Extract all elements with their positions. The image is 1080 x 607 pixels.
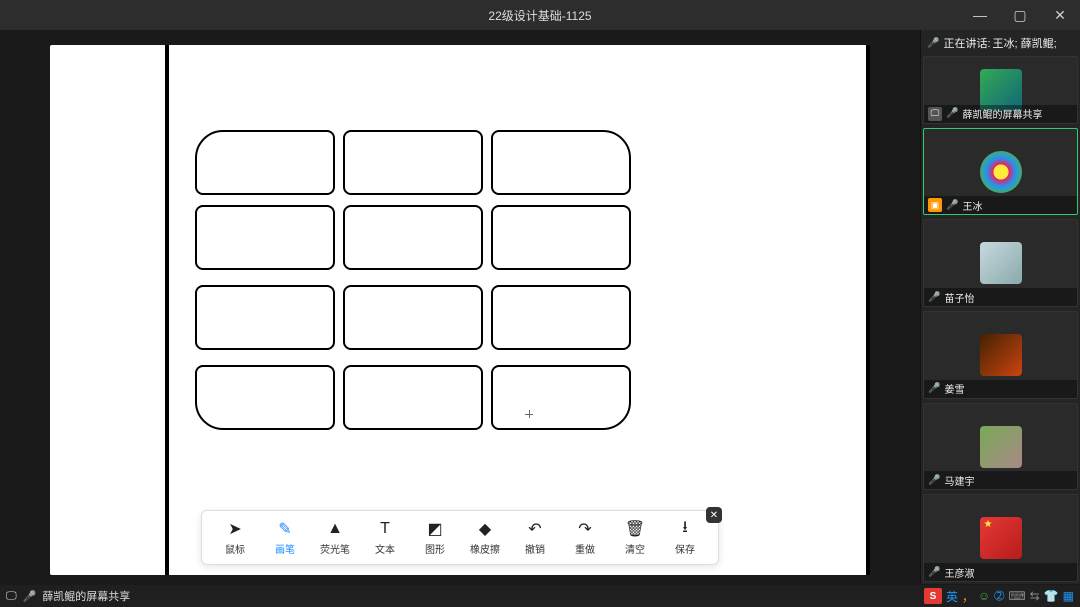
whiteboard[interactable]: ✕ ➤ 鼠标 ✎ 画笔 ▲ 荧光笔 T 文本 ◩ [50, 45, 870, 575]
tool-shape[interactable]: ◩ 图形 [410, 517, 460, 558]
speaking-label: 正在讲话: [943, 35, 990, 51]
pen-icon: ✎ [275, 519, 295, 539]
tool-undo[interactable]: ↶ 撤销 [510, 517, 560, 558]
mic-muted-icon: 🎤 [928, 567, 940, 578]
toolbar-close-button[interactable]: ✕ [706, 507, 722, 523]
ime-face-icon[interactable]: ☺ [978, 589, 990, 603]
tool-label: 保存 [675, 541, 695, 556]
mic-on-icon: 🎤 [946, 200, 958, 211]
ime-grid-icon[interactable]: ▦ [1063, 589, 1074, 603]
maximize-button[interactable]: ▢ [1000, 0, 1040, 30]
avatar [980, 517, 1022, 559]
participant-name: 王彦淑 [944, 565, 974, 580]
whiteboard-toolbar: ✕ ➤ 鼠标 ✎ 画笔 ▲ 荧光笔 T 文本 ◩ [201, 510, 719, 565]
participant-name: 姜雪 [944, 381, 964, 396]
grid-cell [195, 365, 335, 430]
grid-cell [491, 285, 631, 350]
mic-muted-icon: 🎤 [928, 383, 940, 394]
tool-label: 荧光笔 [320, 541, 350, 556]
mic-muted-icon: 🎤 [928, 292, 940, 303]
share-label: 薛凯鲲的屏幕共享 [42, 588, 130, 604]
tool-highlighter[interactable]: ▲ 荧光笔 [310, 517, 360, 558]
host-badge-icon: ▣ [928, 198, 942, 212]
undo-icon: ↶ [525, 519, 545, 539]
ime-switch-icon[interactable]: ⇆ [1030, 589, 1040, 603]
cursor-icon: ➤ [225, 519, 245, 539]
screen-icon: 🖵 [928, 107, 942, 121]
grid-cell [491, 130, 631, 195]
grid-cell [343, 285, 483, 350]
redo-icon: ↷ [575, 519, 595, 539]
mic-muted-icon: 🎤 [946, 108, 958, 119]
participant-tile[interactable]: 🖵 🎤 薛凯鲲的屏幕共享 [923, 56, 1078, 124]
tool-label: 重做 [575, 541, 595, 556]
tool-pen[interactable]: ✎ 画笔 [260, 517, 310, 558]
titlebar: 22级设计基础-1125 — ▢ ✕ [0, 0, 1080, 30]
speaking-indicator: 🎤 正在讲话: 王冰; 薛凯鲲; [921, 32, 1080, 54]
participants-sidebar: 🎤 正在讲话: 王冰; 薛凯鲲; 🖵 🎤 薛凯鲲的屏幕共享 ▣ 🎤 王冰 🎤 [920, 30, 1080, 584]
tool-save[interactable]: ⭳ 保存 [660, 517, 710, 558]
mic-muted-icon: 🎤 [928, 475, 940, 486]
tool-label: 图形 [425, 541, 445, 556]
ime-logo-icon[interactable]: S [924, 588, 942, 604]
speaking-names: 王冰; 薛凯鲲; [993, 35, 1057, 51]
participant-tile[interactable]: 🎤 苗子怡 [923, 219, 1078, 307]
grid-cell [195, 130, 335, 195]
tool-label: 鼠标 [225, 541, 245, 556]
grid-cell [491, 365, 631, 430]
ime-skin-icon[interactable]: 👕 [1044, 589, 1059, 603]
avatar [980, 242, 1022, 284]
participant-name: 苗子怡 [944, 290, 974, 305]
ime-lang[interactable]: 英 [946, 588, 958, 605]
participant-tile[interactable]: 🎤 姜雪 [923, 311, 1078, 399]
tool-label: 清空 [625, 541, 645, 556]
tool-text[interactable]: T 文本 [360, 517, 410, 558]
minimize-button[interactable]: — [960, 0, 1000, 30]
participant-name: 王冰 [962, 198, 982, 213]
tool-cursor[interactable]: ➤ 鼠标 [210, 517, 260, 558]
participant-tile[interactable]: ▣ 🎤 王冰 [923, 128, 1078, 216]
download-icon: ⭳ [675, 519, 695, 539]
tool-label: 撤销 [525, 541, 545, 556]
tool-eraser[interactable]: ◆ 橡皮擦 [460, 517, 510, 558]
tool-label: 文本 [375, 541, 395, 556]
highlighter-icon: ▲ [325, 519, 345, 539]
mic-muted-icon: 🎤 [23, 590, 37, 603]
window-controls: — ▢ ✕ [960, 0, 1080, 30]
bottombar: 🖵 🎤 薛凯鲲的屏幕共享 S 英 ， ☺ ➁ ⌨ ⇆ 👕 ▦ [0, 585, 1080, 607]
window-title: 22级设计基础-1125 [488, 7, 591, 24]
participant-name: 薛凯鲲的屏幕共享 [962, 106, 1042, 121]
grid-cell [491, 205, 631, 270]
page-border-right [866, 45, 870, 575]
text-icon: T [375, 519, 395, 539]
page-border-left [165, 45, 169, 575]
close-button[interactable]: ✕ [1040, 0, 1080, 30]
stage: ✕ ➤ 鼠标 ✎ 画笔 ▲ 荧光笔 T 文本 ◩ [0, 30, 920, 584]
ime-keyboard-icon[interactable]: ⌨ [1008, 589, 1025, 603]
participant-tile[interactable]: 🎤 马建宇 [923, 403, 1078, 491]
tool-label: 橡皮擦 [470, 541, 500, 556]
avatar [980, 334, 1022, 376]
grid-cell [195, 205, 335, 270]
ime-bar[interactable]: S 英 ， ☺ ➁ ⌨ ⇆ 👕 ▦ [924, 588, 1074, 605]
grid-cell [195, 285, 335, 350]
avatar [980, 426, 1022, 468]
tool-redo[interactable]: ↷ 重做 [560, 517, 610, 558]
ime-at-icon[interactable]: ➁ [994, 589, 1004, 603]
eraser-icon: ◆ [475, 519, 495, 539]
grid-cell [343, 205, 483, 270]
shape-icon: ◩ [425, 519, 445, 539]
avatar [980, 151, 1022, 193]
tool-clear[interactable]: 🗑 清空 [610, 517, 660, 558]
screen-icon: 🖵 [6, 590, 17, 603]
mic-icon: 🎤 [927, 38, 939, 49]
participant-name: 马建宇 [944, 473, 974, 488]
grid-cell [343, 130, 483, 195]
tool-label: 画笔 [275, 541, 295, 556]
ime-punct[interactable]: ， [962, 588, 974, 605]
trash-icon: 🗑 [625, 519, 645, 539]
cursor-indicator [525, 410, 533, 418]
grid-cell [343, 365, 483, 430]
participant-tile[interactable]: 🎤 王彦淑 [923, 494, 1078, 582]
